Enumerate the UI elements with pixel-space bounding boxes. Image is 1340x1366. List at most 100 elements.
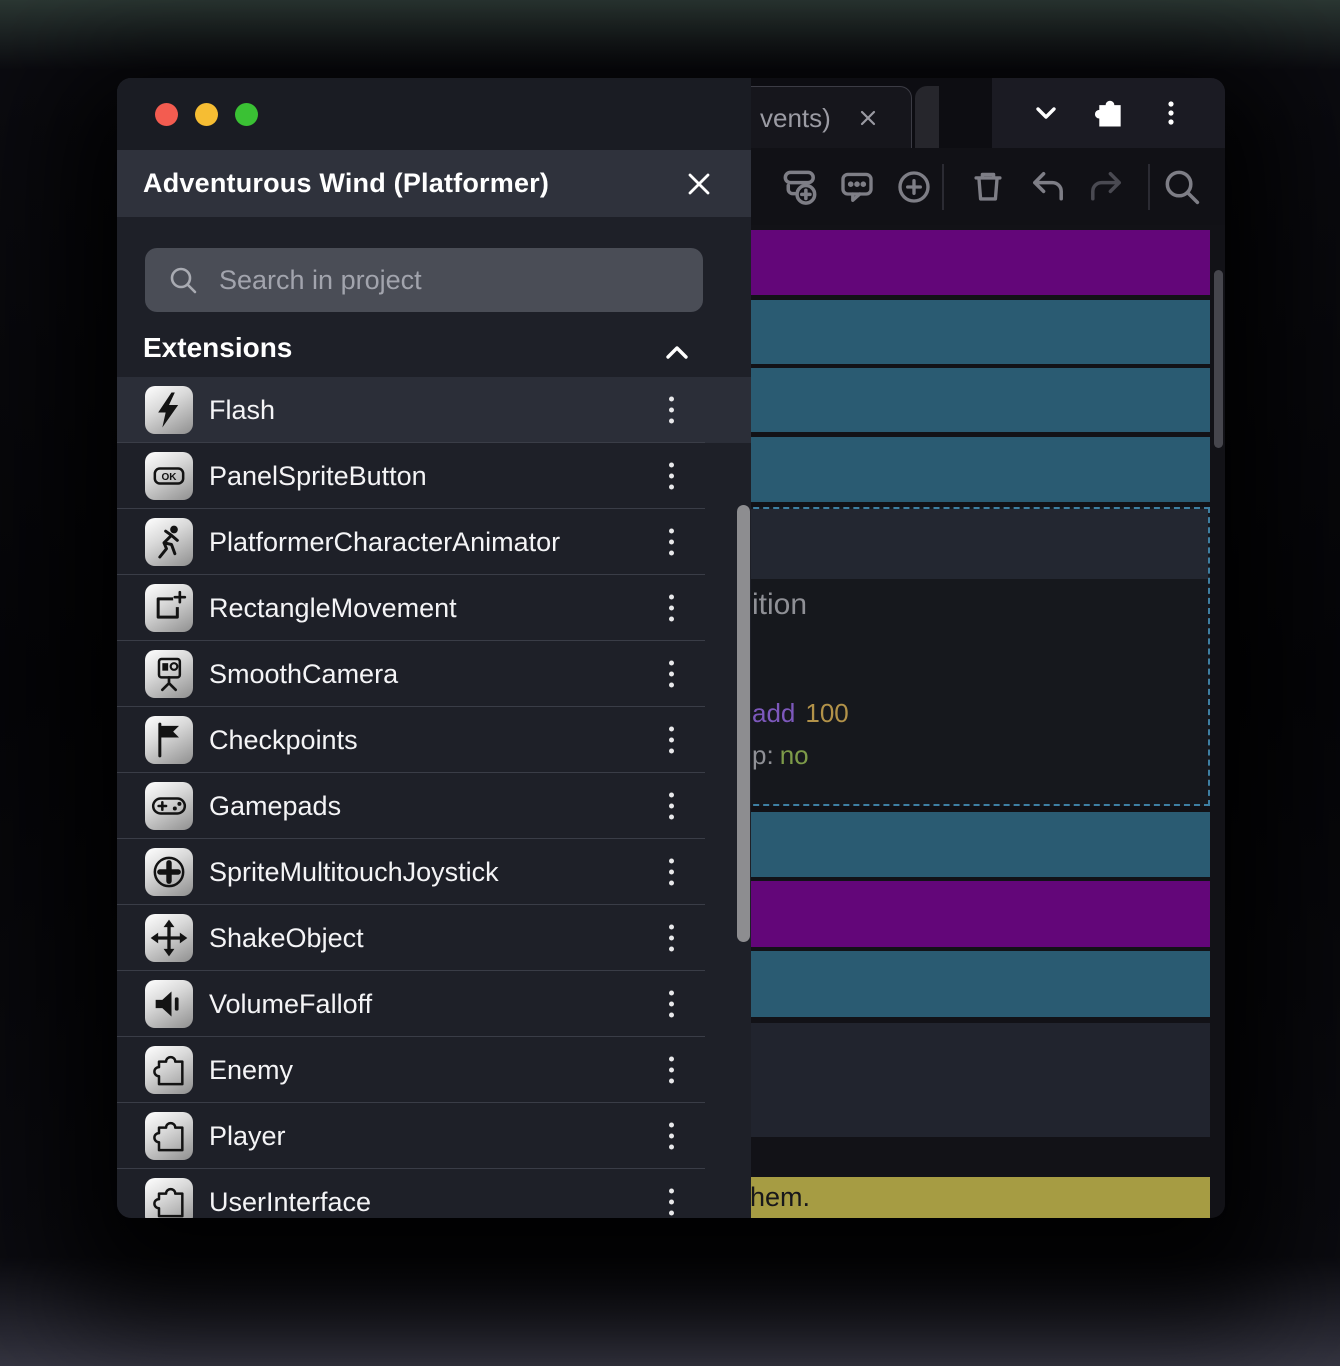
puzzle-icon	[145, 1112, 193, 1160]
extension-label: PlatformerCharacterAnimator	[209, 526, 561, 557]
kebab-menu-icon[interactable]	[665, 723, 678, 758]
fullscreen-window-button[interactable]	[235, 103, 258, 126]
event-actions-area: ition add 100 p: no	[675, 579, 1208, 804]
gamepad-icon	[145, 782, 193, 830]
kebab-menu-icon[interactable]	[665, 921, 678, 956]
kebab-menu-icon[interactable]	[665, 525, 678, 560]
kebab-menu-icon[interactable]	[1154, 96, 1188, 130]
kebab-menu-icon[interactable]	[665, 855, 678, 890]
extension-label: Gamepads	[209, 790, 342, 821]
kebab-menu-icon[interactable]	[665, 657, 678, 692]
event-text: ition	[752, 588, 808, 621]
extension-row[interactable]: Checkpoints	[117, 707, 751, 773]
svg-text:OK: OK	[162, 472, 178, 483]
extension-row[interactable]: OK PanelSpriteButton	[117, 443, 751, 509]
chevron-down-icon[interactable]	[1029, 96, 1063, 130]
add-circle-icon[interactable]	[893, 166, 935, 208]
trash-icon[interactable]	[967, 166, 1009, 208]
search-input[interactable]	[217, 263, 703, 297]
kebab-menu-icon[interactable]	[665, 789, 678, 824]
comment-text: hem.	[750, 1182, 811, 1212]
extension-label: Checkpoints	[209, 724, 358, 755]
extension-label: UserInterface	[209, 1186, 372, 1217]
extension-row[interactable]: Player	[117, 1103, 751, 1169]
undo-icon[interactable]	[1026, 165, 1070, 209]
event-block[interactable]	[673, 881, 1210, 947]
extension-label: Player	[209, 1120, 286, 1151]
camera-stand-icon	[145, 650, 193, 698]
event-block[interactable]	[673, 812, 1210, 877]
comment-icon[interactable]	[836, 166, 878, 208]
kebab-menu-icon[interactable]	[665, 987, 678, 1022]
comment-block[interactable]: hem.	[673, 1177, 1210, 1218]
extension-row[interactable]: SmoothCamera	[117, 641, 751, 707]
extension-label: VolumeFalloff	[209, 988, 373, 1019]
extension-row[interactable]: PlatformerCharacterAnimator	[117, 509, 751, 575]
macos-titlebar	[117, 78, 751, 150]
project-manager-panel: Adventurous Wind (Platformer) Extensions…	[117, 78, 751, 1218]
traffic-lights	[155, 103, 258, 126]
events-scrollbar[interactable]	[1214, 270, 1223, 448]
close-window-button[interactable]	[155, 103, 178, 126]
event-block[interactable]	[673, 230, 1210, 295]
extension-label: SpriteMultitouchJoystick	[209, 856, 499, 887]
extension-row[interactable]: UserInterface	[117, 1169, 751, 1218]
close-panel-icon[interactable]	[683, 168, 715, 200]
panel-header: Adventurous Wind (Platformer)	[117, 150, 751, 217]
move-arrows-icon	[145, 914, 193, 962]
extension-label: ShakeObject	[209, 922, 364, 953]
project-title: Adventurous Wind (Platformer)	[143, 168, 550, 198]
next-tab-edge[interactable]	[915, 86, 939, 148]
search-icon[interactable]	[1160, 165, 1204, 209]
flag-icon	[145, 716, 193, 764]
add-subevent-icon[interactable]	[778, 165, 822, 209]
app-window: vents) ition add 100 p: no hem. Adventur…	[117, 78, 1225, 1218]
extension-row[interactable]: Gamepads	[117, 773, 751, 839]
kebab-menu-icon[interactable]	[665, 591, 678, 626]
section-label: Extensions	[143, 332, 293, 363]
speaker-icon	[145, 980, 193, 1028]
toolbar-divider	[942, 164, 944, 210]
minimize-window-button[interactable]	[195, 103, 218, 126]
event-action-text: add 100	[752, 698, 849, 728]
toolbar-divider	[1148, 164, 1150, 210]
extension-row[interactable]: Flash	[117, 377, 751, 443]
kebab-menu-icon[interactable]	[665, 1119, 678, 1154]
extensions-section-header[interactable]: Extensions	[117, 330, 751, 377]
event-block[interactable]	[673, 951, 1210, 1017]
chevron-up-icon[interactable]	[660, 336, 694, 370]
extension-row[interactable]: ShakeObject	[117, 905, 751, 971]
flash-icon	[145, 386, 193, 434]
extensions-list: Flash OK PanelSpriteButton PlatformerCharac…	[117, 377, 751, 1218]
extension-label: RectangleMovement	[209, 592, 457, 623]
event-block[interactable]	[673, 300, 1210, 364]
extension-row[interactable]: VolumeFalloff	[117, 971, 751, 1037]
runner-icon	[145, 518, 193, 566]
kebab-menu-icon[interactable]	[665, 1053, 678, 1088]
kebab-menu-icon[interactable]	[665, 1185, 678, 1219]
tab-close-icon[interactable]	[857, 107, 879, 129]
extension-puzzle-icon[interactable]	[1089, 94, 1127, 132]
panel-scrollbar[interactable]	[737, 505, 750, 942]
rectangle-plus-icon	[145, 584, 193, 632]
kebab-menu-icon[interactable]	[665, 393, 678, 428]
extension-row[interactable]: RectangleMovement	[117, 575, 751, 641]
selected-event-block[interactable]: ition add 100 p: no	[673, 507, 1210, 806]
redo-icon[interactable]	[1084, 165, 1128, 209]
extension-label: Enemy	[209, 1054, 294, 1085]
extension-label: PanelSpriteButton	[209, 460, 427, 491]
event-block[interactable]	[673, 1023, 1210, 1137]
extension-label: SmoothCamera	[209, 658, 399, 689]
event-block[interactable]	[673, 368, 1210, 432]
extension-row[interactable]: SpriteMultitouchJoystick	[117, 839, 751, 905]
ok-button-icon: OK	[145, 452, 193, 500]
joystick-icon	[145, 848, 193, 896]
puzzle-icon	[145, 1178, 193, 1218]
project-search[interactable]	[145, 248, 703, 312]
kebab-menu-icon[interactable]	[665, 459, 678, 494]
extension-row[interactable]: Enemy	[117, 1037, 751, 1103]
event-block[interactable]	[673, 437, 1210, 502]
extension-label: Flash	[209, 394, 276, 425]
window-menu-cluster	[992, 78, 1225, 148]
tab-label: vents)	[760, 102, 831, 133]
